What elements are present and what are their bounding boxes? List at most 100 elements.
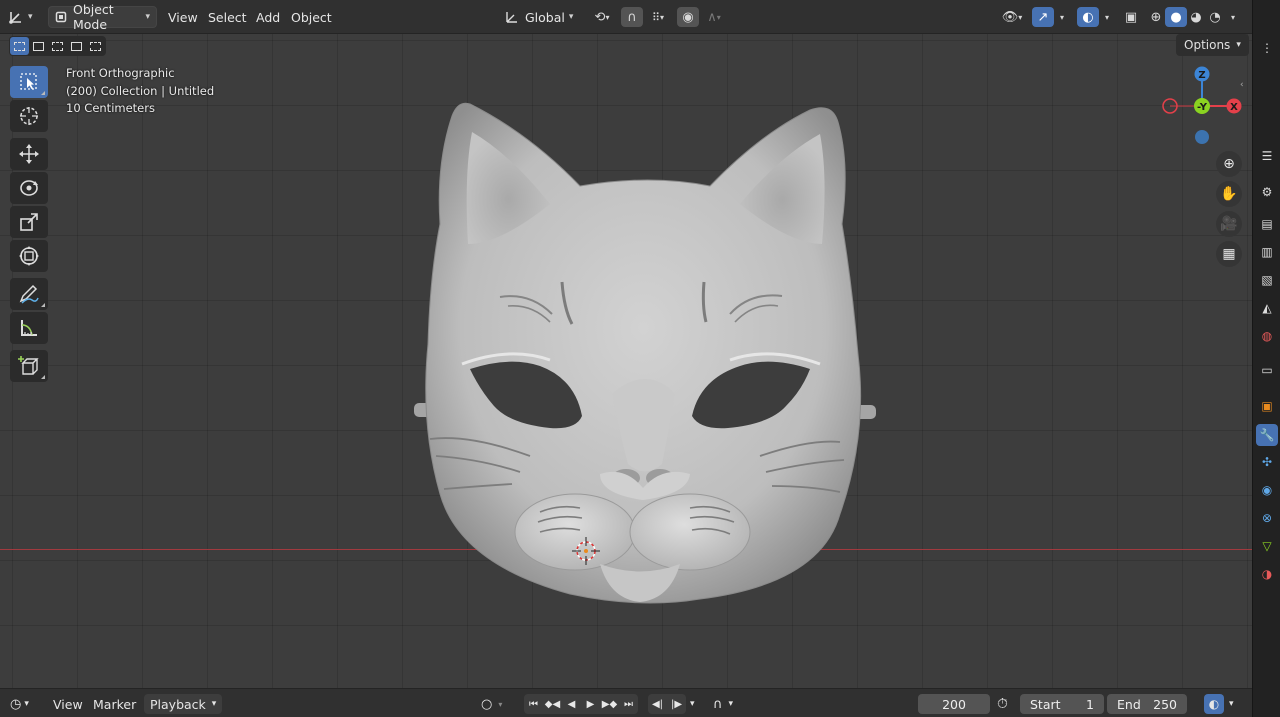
rotate-tool[interactable] — [10, 172, 48, 204]
falloff-button[interactable]: ∧ ▾ — [700, 7, 728, 27]
solid-shading-button[interactable]: ● — [1165, 7, 1187, 27]
snap-toggle[interactable]: ∩ — [621, 7, 643, 27]
prev-jump-button[interactable]: ◀| — [648, 694, 667, 714]
xray-toggle[interactable]: ▣ — [1120, 7, 1142, 27]
options-dropdown[interactable]: Options ▾ — [1176, 34, 1249, 56]
cursor-tool[interactable] — [10, 100, 48, 132]
world-tab-icon[interactable]: ◍ — [1259, 328, 1275, 344]
select-extend-button[interactable] — [29, 37, 48, 55]
record-icon: ○ — [481, 696, 493, 712]
chevron-down-icon: ▾ — [1236, 40, 1241, 50]
ortho-toggle-button[interactable]: ▦ — [1216, 241, 1242, 267]
select-subtract-button[interactable] — [48, 37, 67, 55]
timeline-editor-button[interactable]: ◷ ▾ — [10, 694, 29, 714]
timeline-menu-view[interactable]: View — [53, 694, 83, 714]
playback-controls: ⏮ ◆◀ ◀ ▶ ▶◆ ⏭ — [524, 694, 638, 714]
modifier-tab-icon[interactable]: 🔧 — [1256, 424, 1278, 446]
timeline-overlays-options[interactable]: ▾ — [1229, 694, 1234, 714]
overlays-toggle[interactable]: ◐ — [1077, 7, 1099, 27]
snapping-timeline-button[interactable]: ∩ ▾ — [713, 694, 733, 714]
menu-view[interactable]: View — [168, 6, 198, 28]
snap-target-button[interactable]: ⠿ ▾ — [644, 7, 672, 27]
timeline-overlays-toggle[interactable]: ◐ — [1204, 694, 1224, 714]
next-keyframe-button[interactable]: ▶◆ — [600, 694, 619, 714]
timeline-menu-marker[interactable]: Marker — [93, 694, 136, 714]
select-intersect-button[interactable] — [86, 37, 105, 55]
transform-tool[interactable] — [10, 240, 48, 272]
visibility-button[interactable]: 👁 ▾ — [998, 7, 1026, 27]
editor-type-button[interactable]: ▾ — [8, 6, 42, 28]
physics-tab-icon[interactable]: ◉ — [1259, 482, 1275, 498]
playback-dropdown[interactable]: Playback ▾ — [144, 694, 223, 714]
timeline-header: ◷ ▾ View Marker Playback ▾ ○ ▾ ⏮ ◆◀ ◀ ▶ … — [0, 688, 1252, 717]
3d-cursor-icon[interactable] — [572, 537, 600, 565]
data-tab-icon[interactable]: ▽ — [1259, 538, 1275, 554]
view-layer-tab-icon[interactable]: ▧ — [1259, 272, 1275, 288]
annotate-tool[interactable] — [10, 278, 48, 310]
overlays-options[interactable]: ▾ — [1099, 7, 1115, 27]
jump-start-icon: ⏮ — [529, 698, 538, 710]
keying-set-dropdown[interactable]: ▾ — [690, 694, 695, 714]
collection-tab-icon[interactable]: ▭ — [1259, 362, 1275, 378]
jump-start-button[interactable]: ⏮ — [524, 694, 543, 714]
prev-jump-icon: ◀| — [651, 698, 664, 710]
auto-keying-toggle[interactable]: ○ ▾ — [481, 694, 502, 714]
cat-mask-mesh[interactable] — [400, 94, 890, 614]
scale-tool[interactable] — [10, 206, 48, 238]
current-frame-field[interactable]: 200 — [918, 694, 990, 714]
jump-end-button[interactable]: ⏭ — [619, 694, 638, 714]
constraints-tab-icon[interactable]: ⊗ — [1259, 510, 1275, 526]
tool-settings-tab-icon[interactable]: ⚙ — [1259, 184, 1275, 200]
chevron-down-icon: ▾ — [1104, 12, 1109, 22]
proportional-edit-toggle[interactable]: ◉ — [677, 7, 699, 27]
rendered-shading-button[interactable]: ◔ — [1204, 7, 1226, 27]
select-invert-button[interactable] — [67, 37, 86, 55]
frame-start-field[interactable]: Start 1 — [1020, 694, 1104, 714]
particles-tab-icon[interactable]: ✣ — [1259, 454, 1275, 470]
menu-add[interactable]: Add — [256, 6, 280, 28]
use-preview-range-toggle[interactable]: ⏱ — [997, 694, 1008, 714]
scene-tab-icon[interactable]: ◭ — [1259, 300, 1275, 316]
next-jump-icon: |▶ — [670, 698, 683, 710]
play-button[interactable]: ▶ — [581, 694, 600, 714]
play-reverse-button[interactable]: ◀ — [562, 694, 581, 714]
tool-shelf — [10, 66, 48, 384]
rotate-icon — [20, 180, 38, 196]
camera-view-button[interactable]: 🎥 — [1216, 211, 1242, 237]
sidebar-toggle-icon[interactable]: ‹ — [1240, 80, 1244, 90]
move-tool[interactable] — [10, 138, 48, 170]
pivot-icon: ⟲ — [594, 9, 606, 25]
output-tab-icon[interactable]: ▥ — [1259, 244, 1275, 260]
zoom-button[interactable]: ⊕ — [1216, 151, 1242, 177]
xray-icon: ▣ — [1124, 9, 1138, 25]
keyframe-nav-group: ◀| |▶ — [648, 694, 686, 714]
pivot-point-button[interactable]: ⟲ ▾ — [588, 7, 616, 27]
navigation-gizmo[interactable]: -Y Z X — [1158, 64, 1248, 144]
pan-button[interactable]: ✋ — [1216, 181, 1242, 207]
orientation-icon — [505, 10, 519, 24]
object-tab-icon[interactable]: ▣ — [1259, 398, 1275, 414]
transform-orientation-dropdown[interactable]: Global ▾ — [505, 6, 573, 28]
prev-keyframe-button[interactable]: ◆◀ — [543, 694, 562, 714]
select-new-button[interactable] — [10, 37, 29, 55]
scale-icon — [20, 213, 38, 231]
mode-label: Object Mode — [73, 2, 114, 32]
frame-end-field[interactable]: End 250 — [1107, 694, 1187, 714]
tool-tab-icon[interactable]: ☰ — [1259, 148, 1275, 164]
gizmo-neg-z[interactable] — [1195, 130, 1209, 144]
gizmo-options[interactable]: ▾ — [1054, 7, 1070, 27]
menu-select[interactable]: Select — [208, 6, 247, 28]
wireframe-sphere-icon: ⊕ — [1150, 9, 1162, 25]
add-cube-tool[interactable] — [10, 350, 48, 382]
mode-dropdown[interactable]: Object Mode ▾ — [48, 2, 157, 32]
render-tab-icon[interactable]: ▤ — [1259, 216, 1275, 232]
measure-tool[interactable] — [10, 312, 48, 344]
wireframe-shading-button[interactable]: ⊕ — [1145, 7, 1167, 27]
menu-object[interactable]: Object — [291, 6, 332, 28]
next-jump-button[interactable]: |▶ — [667, 694, 686, 714]
3d-viewport[interactable]: Front Orthographic (200) Collection | Un… — [0, 34, 1252, 688]
material-tab-icon[interactable]: ◑ — [1259, 566, 1275, 582]
select-box-tool[interactable] — [10, 66, 48, 98]
shading-options[interactable]: ▾ — [1226, 7, 1240, 27]
gizmo-toggle[interactable]: ↗ — [1032, 7, 1054, 27]
